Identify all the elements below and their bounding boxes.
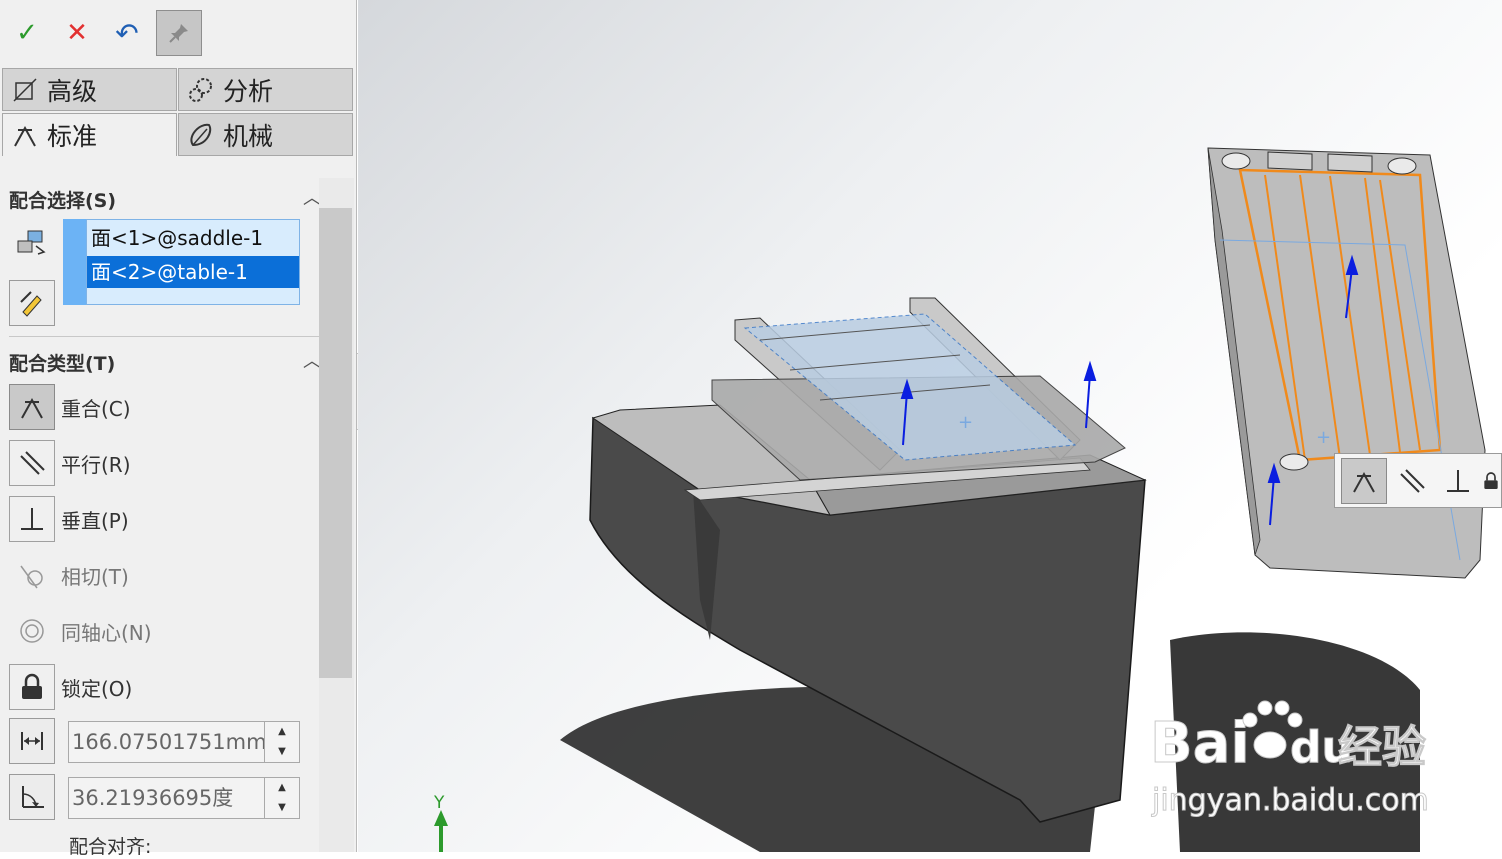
- watermark-url: jingyan.baidu.com: [1151, 783, 1429, 818]
- mate-label: 平行(R): [61, 452, 131, 477]
- list-item[interactable]: 面<2>@table-1: [87, 256, 299, 288]
- perpendicular-icon: [9, 496, 55, 542]
- table-part[interactable]: [1207, 147, 1486, 579]
- coincident-icon: [9, 384, 55, 430]
- list-item[interactable]: 面<1>@saddle-1: [87, 222, 299, 254]
- angle-mate-button[interactable]: [9, 774, 55, 820]
- distance-value[interactable]: 166.07501751mm: [72, 730, 267, 754]
- angle-value[interactable]: 36.21936695度: [72, 786, 233, 810]
- tab-label: 高级: [47, 76, 98, 106]
- spinner-arrows[interactable]: ▲ ▼: [264, 722, 299, 762]
- mate-perpendicular-button[interactable]: 垂直(P): [9, 496, 309, 542]
- perpendicular-icon: [1447, 470, 1469, 492]
- mate-concentric-button[interactable]: 同轴心(N): [9, 608, 309, 654]
- watermark-cn: 经验: [1338, 722, 1426, 773]
- pencil-select-icon: [20, 291, 42, 317]
- spinner-arrows[interactable]: ▲ ▼: [264, 778, 299, 818]
- angle-input[interactable]: 36.21936695度 ▲ ▼: [68, 777, 300, 819]
- mate-label: 锁定(O): [61, 676, 133, 701]
- ok-button[interactable]: ✓: [4, 10, 50, 56]
- advanced-mate-icon: [3, 77, 47, 103]
- tab-label: 分析: [223, 76, 274, 106]
- mate-selections-heading: 配合选择(S): [9, 190, 117, 212]
- parallel-icon: [9, 440, 55, 486]
- undo-button[interactable]: ↶: [104, 10, 150, 56]
- mate-parallel-button[interactable]: 平行(R): [9, 440, 309, 486]
- components-select-icon: [14, 228, 48, 262]
- mate-label: 相切(T): [61, 564, 129, 589]
- context-parallel-button[interactable]: [1389, 458, 1435, 504]
- mate-coincident-button[interactable]: 重合(C): [9, 384, 309, 430]
- pin-button[interactable]: [156, 10, 202, 56]
- mate-alignment-label: 配合对齐:: [69, 836, 152, 858]
- distance-mate-button[interactable]: [9, 718, 55, 764]
- angle-icon: [22, 786, 44, 808]
- tab-advanced[interactable]: 高级: [2, 68, 177, 111]
- svg-text:+: +: [1316, 427, 1331, 448]
- divider: [9, 336, 319, 337]
- mate-label: 重合(C): [61, 396, 131, 421]
- undo-icon: ↶: [115, 16, 139, 50]
- close-icon: ✕: [66, 18, 88, 48]
- cancel-button[interactable]: ✕: [54, 10, 100, 56]
- triad-y-label: Y: [433, 793, 445, 813]
- context-perpendicular-button[interactable]: [1435, 458, 1481, 504]
- pushpin-icon: [169, 24, 188, 43]
- mate-label: 垂直(P): [61, 508, 129, 533]
- tab-label: 标准: [47, 122, 98, 151]
- distance-icon: [21, 732, 43, 750]
- tab-analysis[interactable]: 分析: [178, 68, 353, 111]
- mate-lock-button[interactable]: 锁定(O): [9, 664, 309, 710]
- lock-icon: [1484, 472, 1498, 489]
- tangent-icon: [9, 552, 55, 598]
- property-manager-panel: ✓ ✕ ↶ 高级 分析 标准 机械 配合选择(S) ︿ 面<1>@saddle-…: [0, 0, 357, 858]
- standard-mate-icon: [3, 122, 47, 148]
- context-coincident-button[interactable]: [1341, 458, 1387, 504]
- check-icon: ✓: [16, 18, 38, 48]
- context-lock-button[interactable]: [1481, 458, 1501, 504]
- lock-icon: [9, 664, 55, 710]
- graphics-viewport[interactable]: + + Y Bai du 经验 jingyan.baidu.com: [358, 0, 1502, 852]
- analysis-gears-icon: [179, 76, 223, 104]
- view-triad: [434, 810, 448, 852]
- mate-tangent-button[interactable]: 相切(T): [9, 552, 309, 598]
- distance-input[interactable]: 166.07501751mm ▲ ▼: [68, 721, 300, 763]
- tab-mechanical[interactable]: 机械: [178, 113, 353, 156]
- scrollbar-thumb[interactable]: [319, 208, 352, 678]
- concentric-icon: [9, 608, 55, 654]
- mate-label: 同轴心(N): [61, 620, 152, 645]
- multi-select-button[interactable]: [9, 280, 55, 326]
- coincident-icon: [1353, 471, 1375, 493]
- mate-selection-list[interactable]: 面<1>@saddle-1 面<2>@table-1: [86, 219, 300, 305]
- tab-label: 机械: [223, 121, 274, 151]
- baidu-watermark: Bai du 经验 jingyan.baidu.com: [1150, 700, 1429, 819]
- tab-standard[interactable]: 标准: [2, 113, 177, 156]
- mate-context-toolbar: [1334, 453, 1502, 508]
- svg-text:+: +: [958, 412, 973, 433]
- mate-types-heading: 配合类型(T): [9, 353, 116, 375]
- parallel-icon: [1400, 469, 1425, 493]
- mechanical-mate-icon: [179, 121, 223, 149]
- selection-color-strip: [63, 219, 86, 305]
- watermark-brand: Bai: [1150, 711, 1250, 776]
